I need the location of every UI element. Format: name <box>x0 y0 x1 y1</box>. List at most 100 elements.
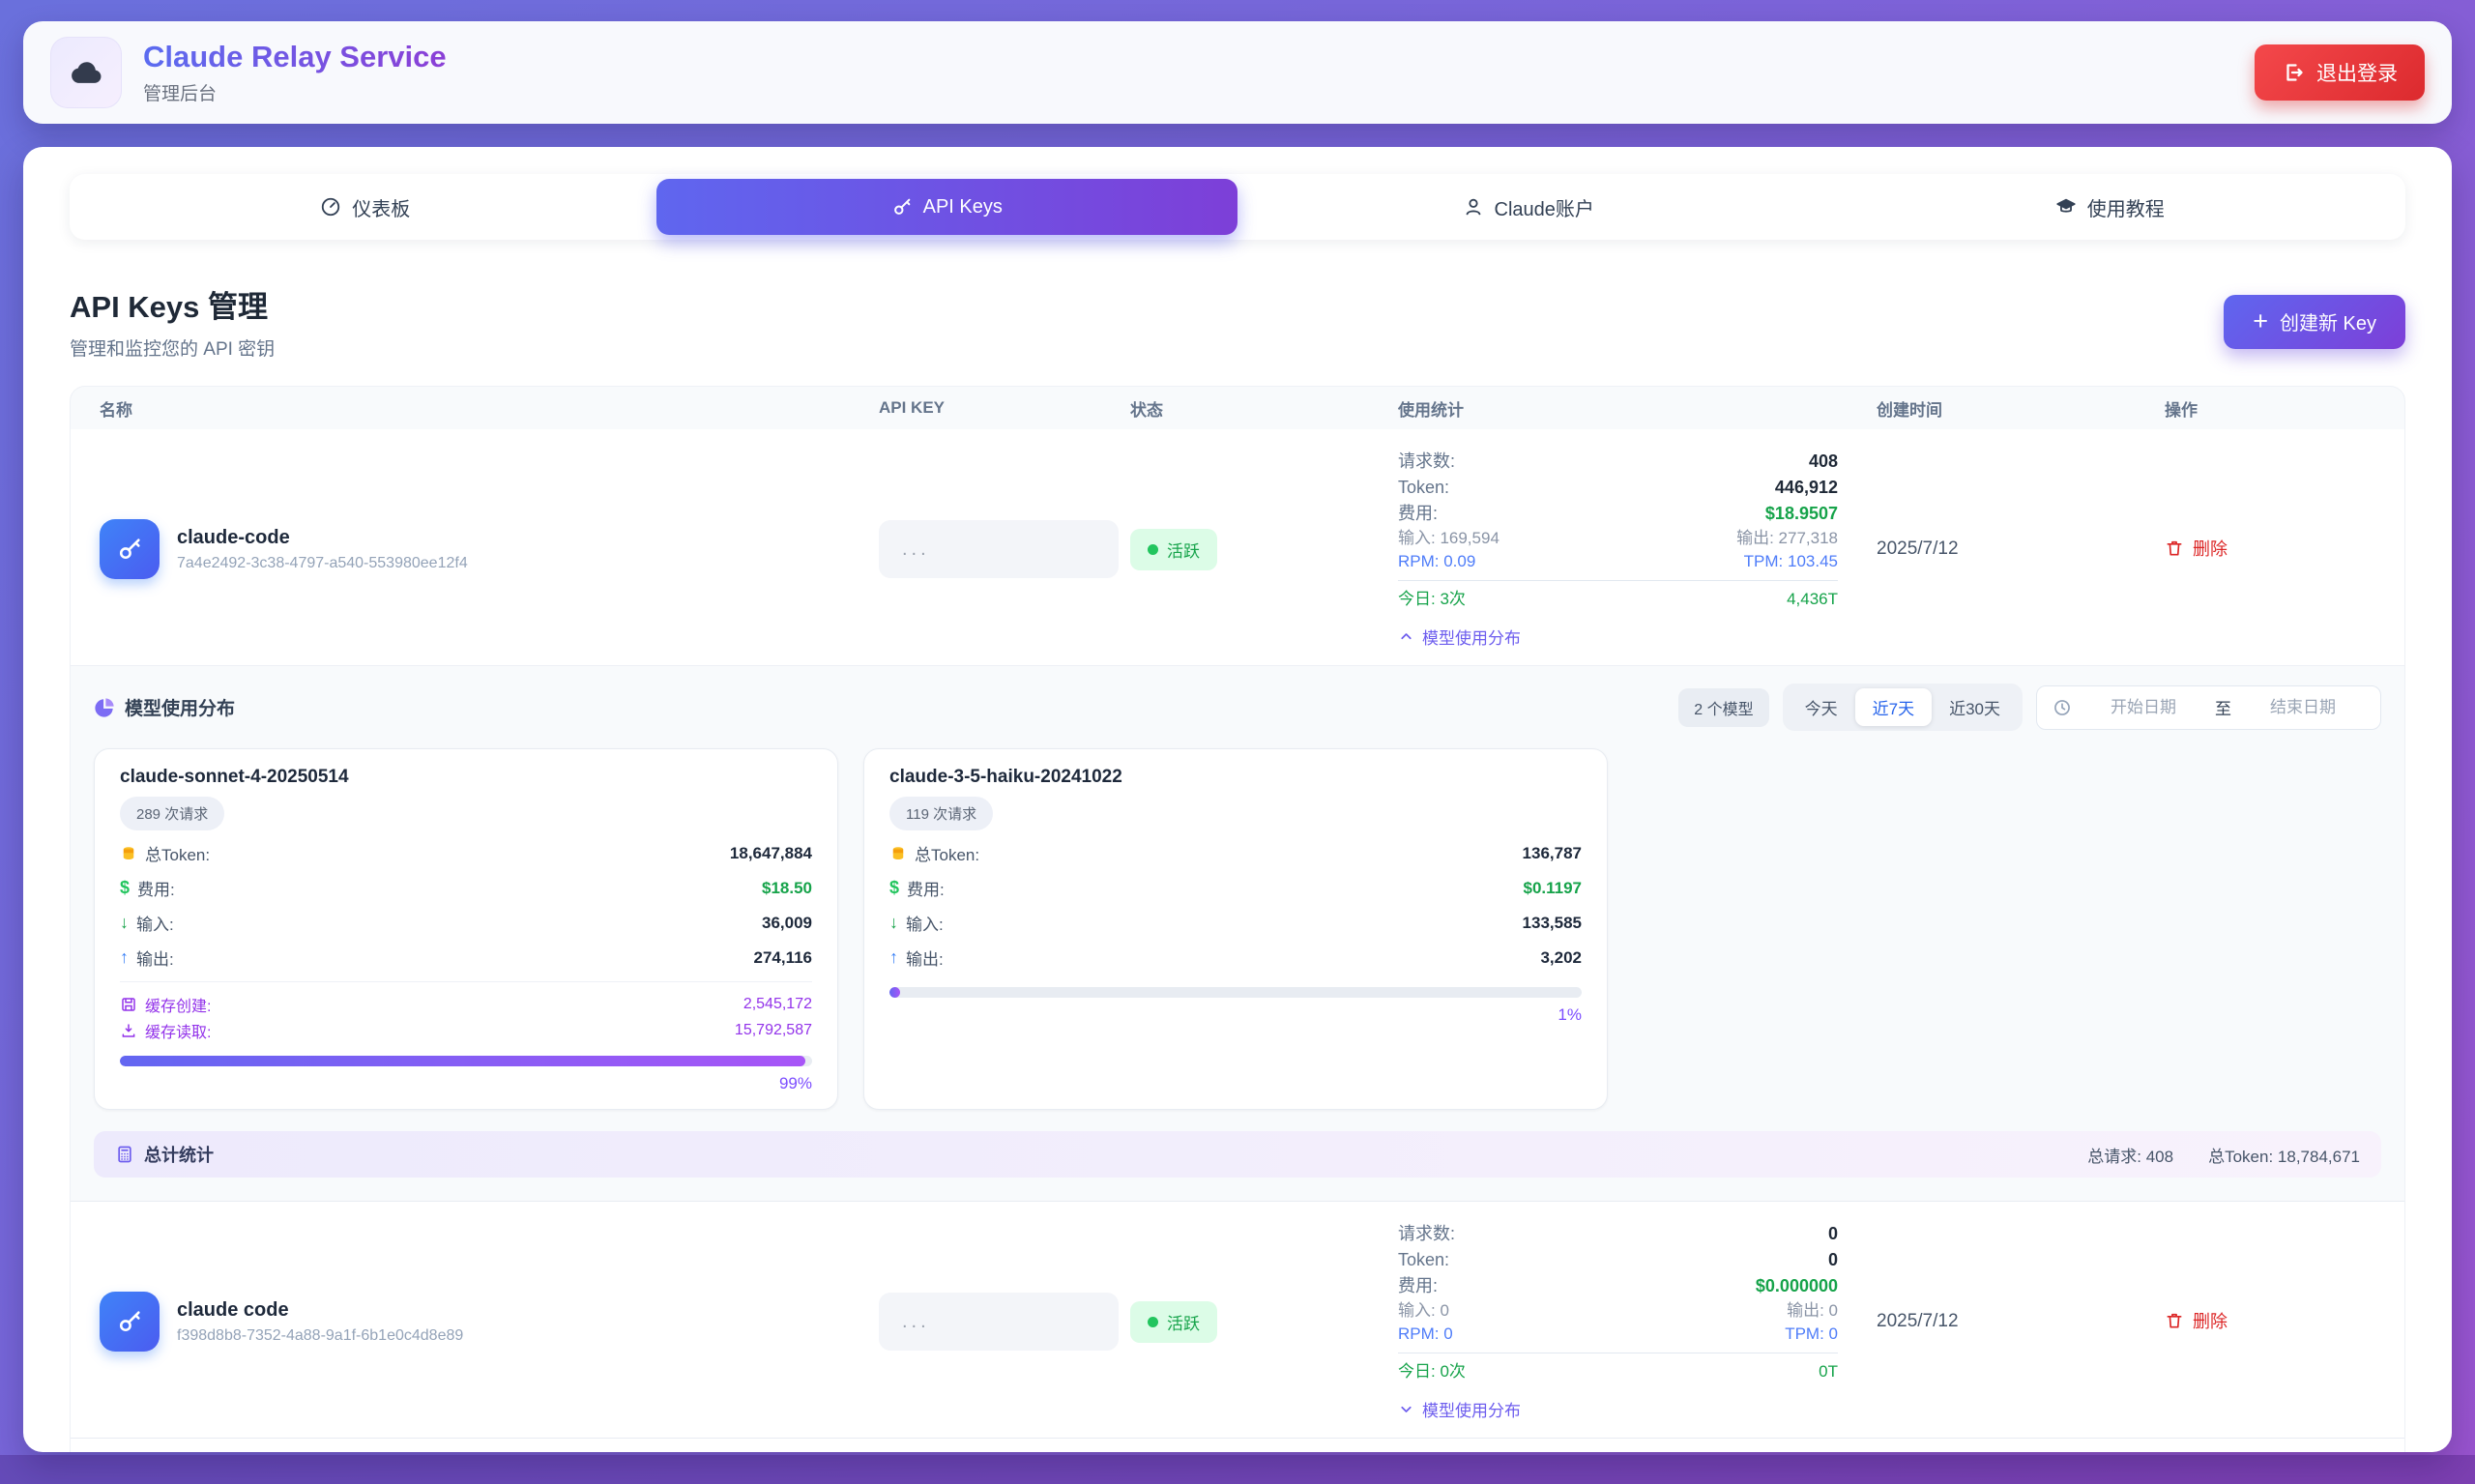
chevron-down-icon <box>1398 1401 1414 1417</box>
range-7-days[interactable]: 近7天 <box>1855 688 1932 726</box>
model-card: claude-3-5-haiku-20241022 119 次请求 总Token… <box>863 748 1608 1110</box>
col-header-status: 状态 <box>1130 396 1383 421</box>
model-usage-toggle[interactable]: 模型使用分布 <box>1398 625 1521 649</box>
cache-read-value: 15,792,587 <box>735 1022 812 1039</box>
output-tokens: 输出: 277,318 <box>1736 527 1838 550</box>
input-tokens: 输入: 0 <box>1398 1299 1449 1323</box>
range-30-days[interactable]: 近30天 <box>1932 688 2018 726</box>
created-date: 2025/7/12 <box>1848 1311 2126 1332</box>
created-date: 2025/7/12 <box>1848 538 2126 560</box>
cost-value: $18.9507 <box>1765 501 1838 527</box>
model-usage-toggle[interactable]: 模型使用分布 <box>1398 1397 1521 1421</box>
app-header: Claude Relay Service 管理后台 退出登录 <box>23 21 2452 124</box>
logout-icon <box>2282 61 2305 84</box>
requests-value: 0 <box>1828 1221 1838 1247</box>
user-icon <box>1463 196 1484 218</box>
usage-progress-bar <box>120 1056 812 1066</box>
request-count-badge: 289 次请求 <box>120 797 224 830</box>
arrow-down-icon: ↓ <box>120 913 129 933</box>
tab-api-keys[interactable]: API Keys <box>656 179 1238 235</box>
page-bottom-strip <box>0 1455 2475 1484</box>
start-date-input[interactable] <box>2082 698 2205 717</box>
graduation-cap-icon <box>2055 196 2077 218</box>
cache-create-value: 2,545,172 <box>743 996 812 1013</box>
status-dot-icon <box>1148 544 1158 555</box>
end-date-input[interactable] <box>2241 698 2365 717</box>
chevron-up-icon <box>1398 628 1414 645</box>
api-key-mask[interactable]: ... <box>879 520 1119 578</box>
model-usage-panel: 模型使用分布 2 个模型 今天 近7天 近30天 至 <box>71 665 2404 1201</box>
plus-icon: + <box>2253 308 2268 335</box>
app-logo <box>50 37 122 108</box>
cost-value: $0.1197 <box>1523 879 1582 898</box>
app-title: Claude Relay Service <box>143 40 447 74</box>
logout-button[interactable]: 退出登录 <box>2255 44 2425 101</box>
coins-icon <box>889 845 907 862</box>
main-panel: 仪表板 API Keys Claude账户 使用教程 API Keys 管理 管… <box>23 147 2452 1452</box>
create-key-button[interactable]: + 创建新 Key <box>2224 295 2405 349</box>
tab-bar: 仪表板 API Keys Claude账户 使用教程 <box>70 174 2405 240</box>
api-key-mask[interactable]: ... <box>879 1293 1119 1351</box>
model-name: claude-3-5-haiku-20241022 <box>889 767 1582 788</box>
trash-icon <box>2165 1311 2184 1330</box>
api-key-name: claude-code <box>177 527 468 549</box>
trash-icon <box>2165 538 2184 558</box>
tab-tutorial[interactable]: 使用教程 <box>1820 179 2402 235</box>
total-token-value: 136,787 <box>1523 844 1582 863</box>
tpm: TPM: 103.45 <box>1744 550 1838 573</box>
today-requests: 今日: 0次 <box>1398 1360 1466 1383</box>
today-tokens: 0T <box>1819 1360 1838 1383</box>
api-key-id: f398d8b8-7352-4a88-9a1f-6b1e0c4d8e89 <box>177 1327 463 1345</box>
calculator-icon <box>115 1145 134 1164</box>
table-row: claude code f398d8b8-7352-4a88-9a1f-6b1e… <box>71 1201 2404 1438</box>
app-subtitle: 管理后台 <box>143 79 447 105</box>
page-title: API Keys 管理 <box>70 282 275 326</box>
col-header-actions: 操作 <box>2126 396 2404 421</box>
gauge-icon <box>320 196 341 218</box>
model-name: claude-sonnet-4-20250514 <box>120 767 812 788</box>
total-token-value: 18,647,884 <box>730 844 812 863</box>
delete-button[interactable]: 删除 <box>2165 1308 2228 1333</box>
tpm: TPM: 0 <box>1785 1323 1838 1346</box>
tab-claude-account[interactable]: Claude账户 <box>1238 179 1820 235</box>
total-tokens: 总Token: 18,784,671 <box>2208 1143 2360 1167</box>
col-header-created: 创建时间 <box>1848 396 2126 421</box>
save-icon <box>120 996 137 1013</box>
status-badge: 活跃 <box>1130 1301 1217 1343</box>
coins-icon <box>120 845 137 862</box>
status-badge: 活跃 <box>1130 529 1217 570</box>
key-avatar <box>100 1292 160 1352</box>
usage-stats: 请求数:0 Token:0 费用:$0.000000 输入: 0输出: 0 RP… <box>1383 1221 1848 1422</box>
rpm: RPM: 0 <box>1398 1323 1453 1346</box>
requests-value: 408 <box>1809 449 1838 475</box>
table-row: aaa 50dd6db8-4df0-4d8e-a12b-95afb6e6fbcc… <box>71 1438 2404 1452</box>
key-icon <box>116 536 143 563</box>
range-today[interactable]: 今天 <box>1788 688 1855 726</box>
rpm: RPM: 0.09 <box>1398 550 1475 573</box>
dollar-icon: $ <box>889 878 899 898</box>
token-value: 0 <box>1828 1247 1838 1273</box>
cost-value: $18.50 <box>762 879 812 898</box>
key-icon <box>891 196 913 218</box>
model-count-badge: 2 个模型 <box>1678 688 1768 727</box>
col-header-usage: 使用统计 <box>1383 396 1848 421</box>
today-tokens: 4,436T <box>1787 588 1838 611</box>
download-icon <box>120 1022 137 1039</box>
input-tokens: 输入: 169,594 <box>1398 527 1500 550</box>
key-icon <box>116 1308 143 1335</box>
dollar-icon: $ <box>120 878 130 898</box>
clock-icon <box>2053 698 2072 717</box>
delete-button[interactable]: 删除 <box>2165 536 2228 561</box>
col-header-name: 名称 <box>71 396 879 421</box>
tab-dashboard[interactable]: 仪表板 <box>74 179 656 235</box>
arrow-down-icon: ↓ <box>889 913 898 933</box>
table-row: claude-code 7a4e2492-3c38-4797-a540-5539… <box>71 429 2404 665</box>
cost-value: $0.000000 <box>1756 1273 1838 1299</box>
date-range-picker: 至 <box>2036 685 2381 730</box>
output-value: 274,116 <box>753 948 812 968</box>
status-dot-icon <box>1148 1317 1158 1327</box>
input-value: 36,009 <box>762 914 812 933</box>
totals-bar: 总计统计 总请求: 408 总Token: 18,784,671 <box>94 1131 2381 1178</box>
total-requests: 总请求: 408 <box>2087 1143 2173 1167</box>
cloud-icon <box>67 53 105 92</box>
